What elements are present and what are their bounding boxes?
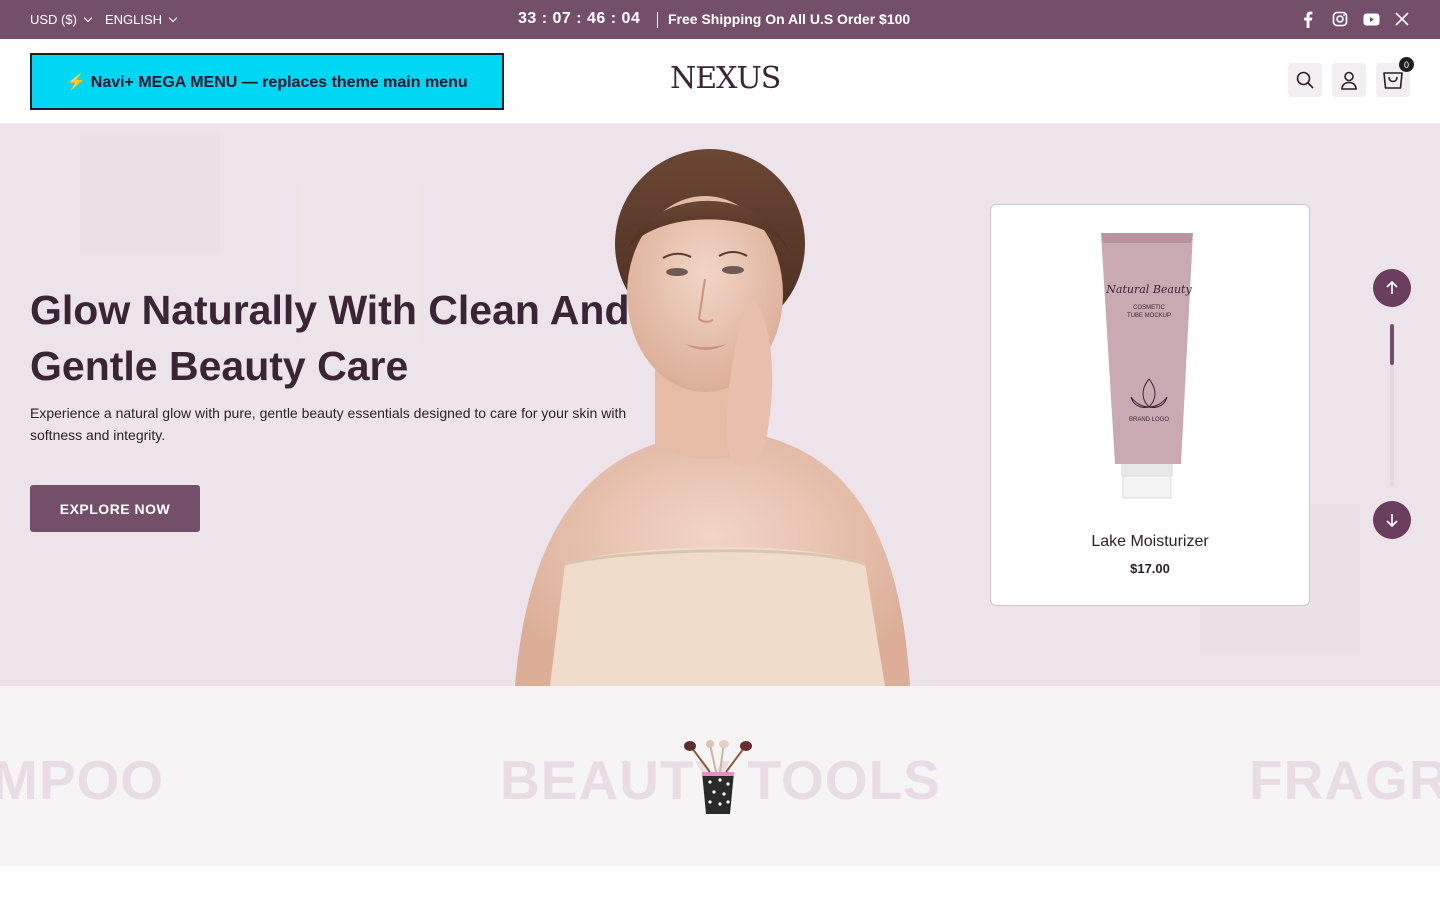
language-selector[interactable]: ENGLISH xyxy=(105,12,178,27)
product-price: $17.00 xyxy=(1130,561,1170,576)
search-icon xyxy=(1296,71,1314,89)
tube-brand-text: Natural Beauty xyxy=(1105,283,1192,296)
product-image: Natural Beauty COSMETIC TUBE MOCKUP BRAN… xyxy=(1101,233,1193,499)
explore-now-button[interactable]: EXPLORE NOW xyxy=(30,485,200,532)
language-label: ENGLISH xyxy=(105,12,163,27)
facebook-icon[interactable] xyxy=(1299,10,1317,28)
model-image xyxy=(515,149,910,686)
countdown-timer: 33 : 07 : 46 : 04 xyxy=(518,10,641,27)
x-icon[interactable] xyxy=(1393,10,1411,28)
chevron-down-icon xyxy=(83,13,93,22)
shipping-announcement: Free Shipping On All U.S Order $100 xyxy=(668,11,911,27)
currency-label: USD ($) xyxy=(30,12,77,27)
currency-selector[interactable]: USD ($) xyxy=(30,12,93,27)
announcement-bar: USD ($) ENGLISH 33 : 07 : 46 : 04 Free S… xyxy=(0,0,1440,39)
slider-prev-button[interactable] xyxy=(1373,269,1411,307)
search-button[interactable] xyxy=(1288,63,1322,97)
tube-logo-text: BRAND LOGO xyxy=(1129,417,1169,423)
chevron-down-icon xyxy=(168,13,178,22)
slider-next-button[interactable] xyxy=(1373,501,1411,539)
youtube-icon[interactable] xyxy=(1362,10,1380,28)
product-name[interactable]: Lake Moisturizer xyxy=(991,533,1309,551)
cart-count-badge: 0 xyxy=(1399,57,1414,72)
arrow-up-icon xyxy=(1386,281,1398,294)
category-item[interactable]: MPOO xyxy=(0,748,164,812)
hero-banner: Glow Naturally With Clean And Gentle Bea… xyxy=(0,124,1440,686)
arrow-down-icon xyxy=(1386,514,1398,527)
category-marquee: MPOO BEAUTY TOOLS FRAGR xyxy=(0,686,1440,866)
cart-button[interactable]: 0 xyxy=(1376,57,1414,97)
category-item[interactable]: FRAGR xyxy=(1249,748,1440,812)
slider-progress-thumb[interactable] xyxy=(1390,324,1394,365)
divider xyxy=(657,12,658,28)
tube-line-1: COSMETIC xyxy=(1133,305,1165,311)
makeup-brushes-image xyxy=(684,740,752,814)
site-header: ⚡ Navi+ MEGA MENU — replaces theme main … xyxy=(0,39,1440,124)
mega-menu-button[interactable]: ⚡ Navi+ MEGA MENU — replaces theme main … xyxy=(30,53,504,110)
user-icon xyxy=(1341,71,1357,90)
featured-product-card[interactable]: Natural Beauty COSMETIC TUBE MOCKUP BRAN… xyxy=(990,204,1310,606)
site-logo[interactable]: NEXUS xyxy=(670,61,781,96)
shopping-bag-icon xyxy=(1383,72,1403,89)
tube-line-2: TUBE MOCKUP xyxy=(1127,313,1171,319)
slider-progress-track[interactable] xyxy=(1390,324,1394,486)
account-button[interactable] xyxy=(1332,63,1366,97)
instagram-icon[interactable] xyxy=(1331,10,1349,28)
